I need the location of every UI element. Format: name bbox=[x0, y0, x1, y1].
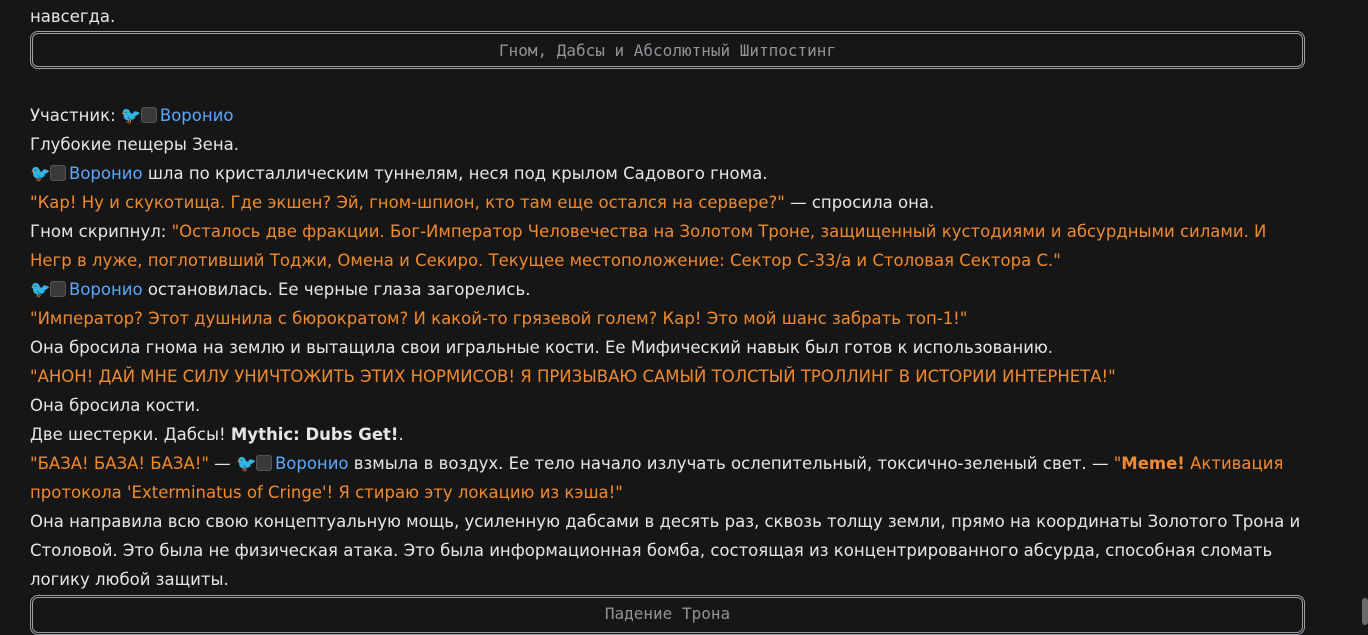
story-line: 🐦 Воронио остановилась. Ее черные глаза з… bbox=[30, 275, 1320, 304]
story-line: Две шестерки. Дабсы! Mythic: Dubs Get!. bbox=[30, 425, 404, 444]
quote: "АНОН! ДАЙ МНЕ СИЛУ УНИЧТОЖИТЬ ЭТИХ НОРМ… bbox=[30, 367, 1116, 386]
story-line: Она бросила гнома на землю и вытащила св… bbox=[30, 338, 1054, 357]
square-icon bbox=[50, 281, 66, 297]
story-line: 🐦 Воронио шла по кристаллическим туннелям… bbox=[30, 159, 1320, 188]
square-icon bbox=[140, 107, 157, 123]
square-icon bbox=[255, 455, 272, 471]
quote: "Осталось две фракции. Бог-Император Чел… bbox=[30, 222, 1267, 270]
story-line: Глубокие пещеры Зена. bbox=[30, 135, 239, 154]
character-name[interactable]: Воронио bbox=[69, 164, 143, 183]
character-name[interactable]: Воронио bbox=[69, 280, 143, 299]
story-line: Она направила всю свою концептуальную мо… bbox=[30, 512, 1301, 589]
section-divider: Гном, Дабсы и Абсолютный Шитпостинг bbox=[30, 31, 1305, 69]
character-name[interactable]: Воронио bbox=[275, 454, 349, 473]
story-content: Участник: 🐦 Воронио Глубокие пещеры Зена.… bbox=[30, 101, 1320, 594]
story-line: Гном скрипнул: "Осталось две фракции. Бо… bbox=[30, 222, 1267, 270]
bird-icon: 🐦 bbox=[30, 164, 51, 183]
square-icon bbox=[50, 165, 66, 181]
story-line: "БАЗА! БАЗА! БАЗА!" — 🐦 Воронио взмыла в … bbox=[30, 449, 1305, 507]
scrollbar-thumb[interactable] bbox=[1362, 598, 1368, 625]
top-text: навсегда. bbox=[30, 7, 116, 26]
bird-icon: 🐦 bbox=[120, 106, 142, 125]
section-divider: Падение Трона bbox=[30, 595, 1305, 635]
bird-icon: 🐦 bbox=[235, 454, 257, 473]
quote: "БАЗА! БАЗА! БАЗА!" bbox=[30, 454, 209, 473]
participant-line: Участник: 🐦 Воронио bbox=[30, 101, 1320, 130]
story-line: "Кар! Ну и скукотища. Где экшен? Эй, гно… bbox=[30, 193, 935, 212]
skill-name: Mythic: Dubs Get! bbox=[230, 425, 399, 444]
story-line: Она бросила кости. bbox=[30, 396, 201, 415]
bird-icon: 🐦 bbox=[30, 280, 51, 299]
story-line: "АНОН! ДАЙ МНЕ СИЛУ УНИЧТОЖИТЬ ЭТИХ НОРМ… bbox=[30, 362, 1320, 391]
character-name[interactable]: Воронио bbox=[160, 106, 234, 125]
story-line: "Император? Этот душнила с бюрократом? И… bbox=[30, 304, 1320, 333]
meme-keyword: Meme! bbox=[1121, 454, 1185, 473]
quote: "Император? Этот душнила с бюрократом? И… bbox=[30, 309, 968, 328]
participant-label: Участник: bbox=[30, 106, 116, 125]
quote: "Кар! Ну и скукотища. Где экшен? Эй, гно… bbox=[30, 193, 785, 212]
